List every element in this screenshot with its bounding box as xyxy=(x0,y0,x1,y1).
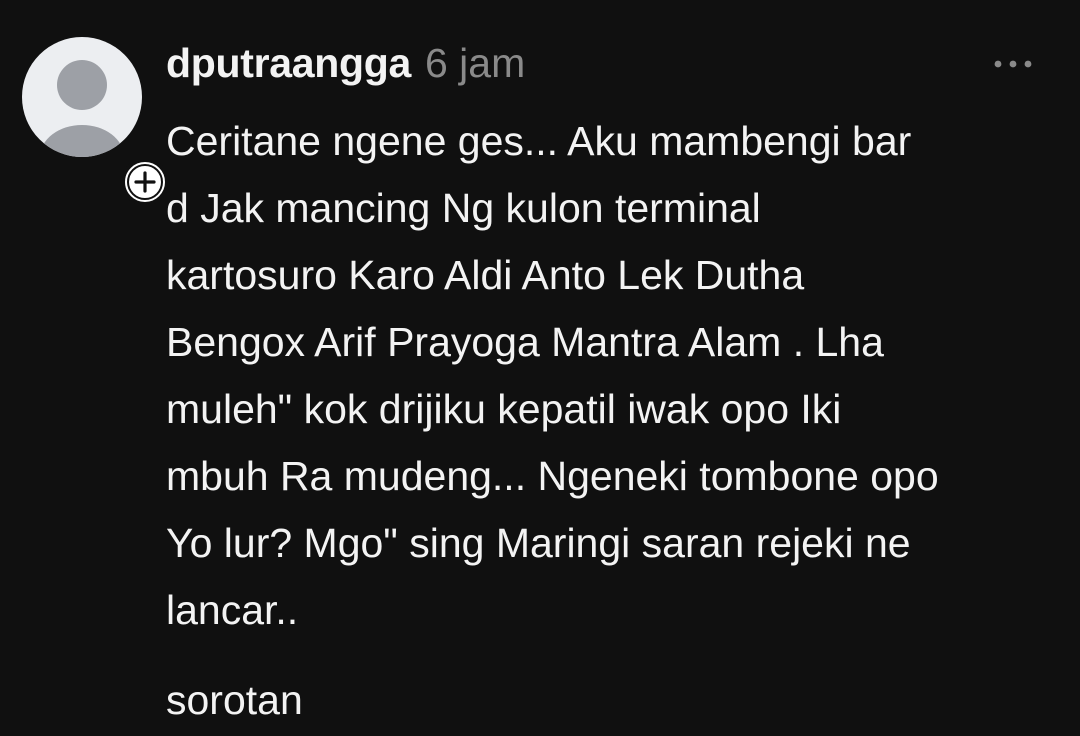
comment-line: Bengox Arif Prayoga Mantra Alam . Lha xyxy=(166,319,884,365)
translate-link[interactable]: sorotan xyxy=(166,670,303,730)
comment-line: mbuh Ra mudeng... Ngeneki tombone opo xyxy=(166,453,939,499)
comment-line: Yo lur? Mgo" sing Maringi saran rejeki n… xyxy=(166,520,911,566)
comment-line: muleh" kok drijiku kepatil iwak opo Iki xyxy=(166,386,842,432)
default-avatar-icon xyxy=(40,60,124,157)
comment-line: lancar.. xyxy=(166,587,299,633)
more-horizontal-icon[interactable] xyxy=(988,52,1038,76)
timestamp: 6 jam xyxy=(424,40,526,86)
plus-icon[interactable] xyxy=(120,157,170,207)
comment-text: Ceritane ngene ges... Aku mambengi bar d… xyxy=(166,108,1056,644)
comment-line: d Jak mancing Ng kulon terminal xyxy=(166,185,761,231)
post-header: dputraangga 6 jam xyxy=(166,40,525,92)
username[interactable]: dputraangga xyxy=(166,40,411,87)
avatar-circle xyxy=(22,37,142,157)
avatar[interactable] xyxy=(22,37,169,206)
comment-post: dputraangga 6 jam Ceritane ngene ges... … xyxy=(0,0,1080,736)
comment-line: Ceritane ngene ges... Aku mambengi bar xyxy=(166,118,912,164)
comment-line: kartosuro Karo Aldi Anto Lek Dutha xyxy=(166,252,805,298)
